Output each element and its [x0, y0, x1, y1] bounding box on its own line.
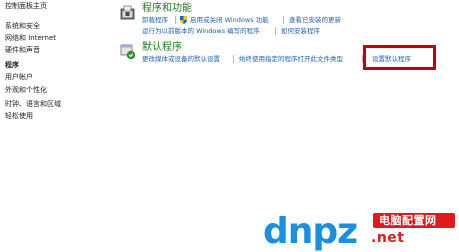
default-programs-icon: [120, 44, 135, 59]
sidebar-item-system-security[interactable]: 系统和安全: [5, 22, 40, 31]
link-separator: [233, 55, 234, 63]
always-open-file-type-link[interactable]: 始终使用指定的程序打开此文件类型: [239, 55, 343, 63]
run-older-programs-link[interactable]: 运行为以前版本的 Windows 编写的程序: [142, 27, 260, 35]
programs-features-icon: [120, 5, 135, 20]
link-separator: [283, 16, 284, 24]
uac-shield-icon: [180, 16, 187, 24]
link-separator: [175, 16, 176, 24]
sidebar-item-programs[interactable]: 程序: [5, 61, 19, 70]
default-programs-title[interactable]: 默认程序: [142, 42, 182, 54]
sidebar-item-clock-region[interactable]: 时钟、语言和区域: [5, 100, 61, 109]
sidebar-item-user-accounts[interactable]: 用户帐户: [5, 73, 33, 82]
programs-features-title[interactable]: 程序和功能: [142, 3, 192, 15]
sidebar-item-appearance[interactable]: 外观和个性化: [5, 86, 47, 95]
how-to-install-link[interactable]: 如何安装程序: [281, 27, 320, 35]
sidebar-item-hardware[interactable]: 硬件和声音: [5, 46, 40, 55]
windows-features-link[interactable]: 启用或关闭 Windows 功能: [190, 16, 269, 24]
uninstall-program-link[interactable]: 卸载程序: [142, 16, 168, 24]
sidebar-item-home[interactable]: 控制面板主页: [5, 2, 47, 11]
watermark-domain: dnpz: [263, 211, 358, 252]
change-media-defaults-link[interactable]: 更改媒体或设备的默认设置: [142, 55, 220, 63]
watermark-badge-text: 电脑配置网: [379, 214, 437, 227]
sidebar-item-ease-of-access[interactable]: 轻松使用: [5, 112, 33, 121]
sidebar-item-network[interactable]: 网络和 Internet: [5, 34, 56, 43]
view-installed-updates-link[interactable]: 查看已安装的更新: [289, 16, 341, 24]
highlight-annotation-box: [363, 45, 436, 70]
link-separator: [275, 27, 276, 35]
sidebar: 控制面板主页 系统和安全 网络和 Internet 硬件和声音 程序 用户帐户 …: [0, 0, 100, 252]
watermark-tld: .net: [371, 230, 405, 246]
